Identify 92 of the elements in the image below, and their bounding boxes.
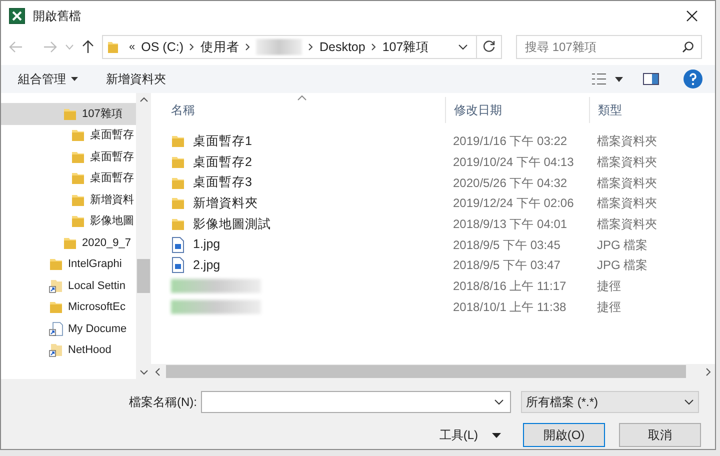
folder-icon [71, 171, 85, 186]
shortcut-folder-icon [49, 278, 63, 293]
file-name[interactable]: 新增資料夾 [193, 194, 258, 213]
breadcrumb-overflow-button[interactable]: « [129, 38, 136, 56]
file-name[interactable]: 桌面暫存3 [193, 173, 252, 192]
chevron-up-icon[interactable] [140, 97, 148, 102]
window-title: 開啟舊檔 [33, 8, 81, 25]
horizontal-scrollbar[interactable] [151, 364, 715, 379]
image-file-icon [171, 257, 185, 274]
breadcrumb[interactable]: OS (C:) [141, 38, 184, 56]
document-shortcut-icon [49, 322, 63, 336]
file-name[interactable]: 2.jpg [193, 256, 220, 275]
sort-ascending-icon [297, 95, 307, 101]
help-icon[interactable] [683, 69, 703, 89]
vertical-scrollbar[interactable] [136, 93, 151, 379]
folder-icon [171, 134, 185, 148]
chevron-down-icon[interactable] [494, 399, 504, 405]
file-name[interactable]: 桌面暫存1 [193, 132, 252, 151]
file-type: 檔案資料夾 [597, 217, 657, 232]
folder-icon [71, 214, 85, 228]
folder-icon [71, 192, 85, 207]
folder-icon [63, 236, 77, 250]
scrollbar-thumb[interactable] [166, 365, 686, 378]
search-field[interactable]: 搜尋 107雜項 [516, 35, 702, 59]
caret-down-icon [492, 432, 501, 438]
shortcut-folder-icon [49, 343, 63, 358]
chevron-right-icon [189, 43, 194, 51]
date-modified: 2020/5/26 下午 04:32 [453, 176, 568, 190]
date-modified: 2019/12/24 下午 02:06 [453, 196, 574, 210]
date-modified: 2018/9/13 下午 04:01 [453, 217, 568, 232]
date-modified: 2019/10/24 下午 04:13 [453, 155, 574, 170]
tools-menu-button[interactable]: 工具(L) [433, 423, 507, 447]
file-type: 捷徑 [597, 300, 621, 314]
breadcrumb[interactable]: 107雜項 [382, 38, 430, 56]
view-options-icon[interactable] [591, 73, 607, 85]
caret-down-icon [71, 77, 78, 81]
column-header[interactable]: 修改日期 [445, 97, 589, 123]
breadcrumb[interactable]: Desktop [319, 38, 366, 56]
file-name-label: 檔案名稱(N): [129, 394, 197, 411]
chevron-right-icon[interactable] [706, 368, 711, 376]
file-type: JPG 檔案 [597, 258, 648, 272]
file-name-field[interactable] [201, 391, 511, 413]
file-name[interactable]: 1.jpg [193, 235, 220, 254]
file-type: 檔案資料夾 [597, 176, 657, 190]
file-type-dropdown[interactable]: 所有檔案 (*.*) [521, 391, 699, 413]
date-modified: 2018/9/5 下午 03:45 [453, 238, 560, 252]
file-type: 檔案資料夾 [597, 134, 657, 148]
chevron-down-icon[interactable] [458, 44, 468, 50]
preview-pane-icon[interactable] [643, 73, 659, 85]
nav-item[interactable]: 107雜項 [1, 103, 136, 124]
folder-icon [49, 300, 63, 314]
file-name[interactable]: 影像地圖測試 [193, 214, 271, 234]
date-modified: 2018/9/5 下午 03:47 [453, 258, 560, 272]
file-type: 捷徑 [597, 279, 621, 294]
close-icon[interactable] [686, 10, 698, 22]
cancel-button[interactable]: 取消 [619, 423, 701, 447]
chevron-right-icon [371, 43, 376, 51]
folder-icon [71, 128, 85, 142]
image-file-icon [171, 236, 185, 253]
chevron-down-icon[interactable] [684, 399, 694, 405]
date-modified: 2019/1/16 下午 03:22 [453, 134, 568, 148]
folder-icon [171, 196, 185, 210]
file-type: JPG 檔案 [597, 238, 648, 252]
up-arrow-icon[interactable] [82, 40, 94, 54]
date-modified: 2018/10/1 上午 11:38 [453, 300, 566, 314]
folder-icon [49, 257, 63, 272]
new-folder-button[interactable]: 新增資料夾 [99, 67, 173, 91]
folder-icon [171, 155, 185, 170]
column-header[interactable]: 類型 [589, 97, 715, 123]
organize-menu-button[interactable]: 組合管理 [9, 67, 87, 91]
file-name[interactable]: 桌面暫存2 [193, 152, 252, 172]
chevron-left-icon[interactable] [155, 368, 160, 376]
refresh-icon[interactable] [482, 40, 496, 54]
folder-icon [63, 106, 77, 121]
column-header[interactable]: 名稱 [151, 97, 445, 123]
folder-icon [171, 176, 185, 190]
date-modified: 2018/8/16 上午 11:17 [453, 279, 566, 294]
caret-down-icon[interactable] [615, 76, 623, 82]
chevron-right-icon [308, 43, 314, 51]
scrollbar-thumb[interactable] [137, 259, 150, 293]
open-button[interactable]: 開啟(O) [523, 423, 605, 447]
file-type: 檔案資料夾 [597, 196, 657, 210]
chevron-down-icon[interactable] [140, 370, 148, 375]
folder-icon [107, 40, 119, 54]
address-bar[interactable]: « OS (C:) 使用者 Desktop 107雜項 [102, 35, 502, 59]
file-type: 檔案資料夾 [597, 155, 657, 170]
spreadsheet-app-icon [9, 8, 25, 24]
search-icon [682, 41, 694, 53]
folder-icon [71, 150, 85, 164]
breadcrumb[interactable]: 使用者 [200, 38, 240, 56]
chevron-right-icon [245, 43, 250, 51]
folder-icon [171, 217, 185, 232]
